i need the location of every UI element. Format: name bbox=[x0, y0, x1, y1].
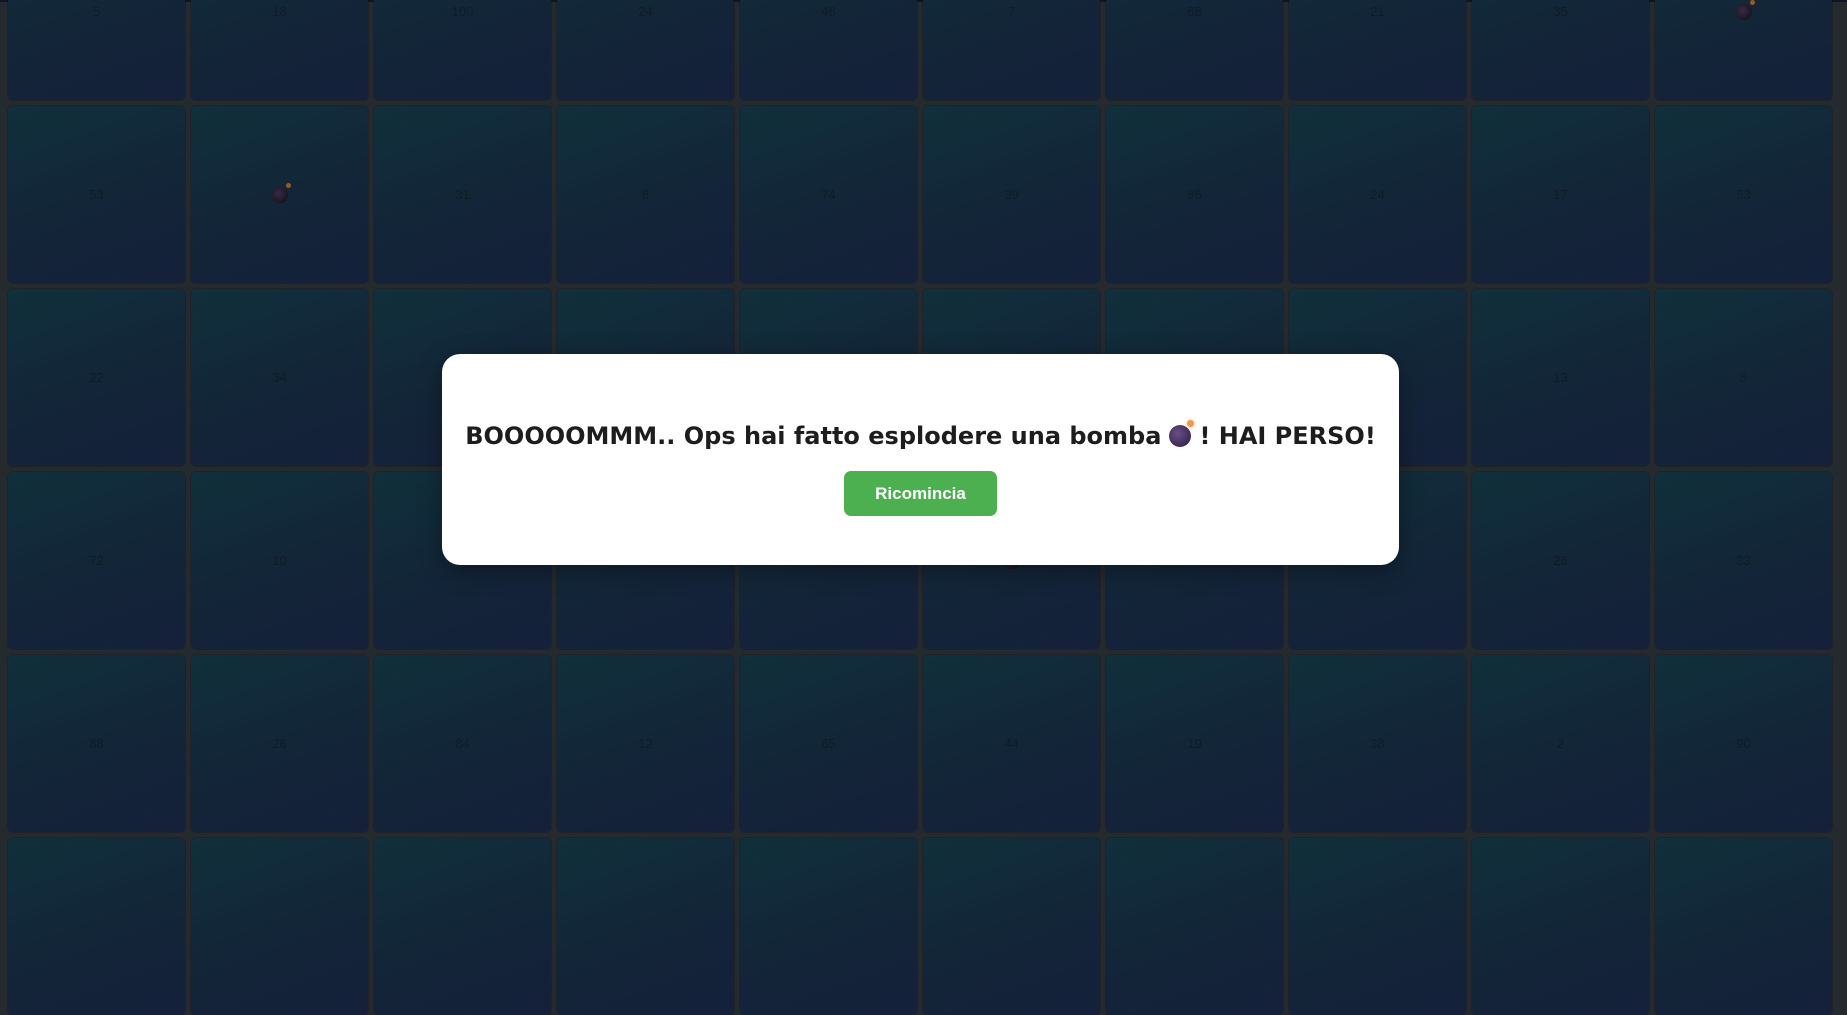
game-over-dialog: BOOOOOMMM.. Ops hai fatto esplodere una … bbox=[442, 354, 1399, 565]
game-over-message-text: BOOOOOMMM.. Ops hai fatto esplodere una … bbox=[465, 422, 1162, 450]
restart-button[interactable]: Ricomincia bbox=[844, 471, 997, 516]
game-over-message: BOOOOOMMM.. Ops hai fatto esplodere una … bbox=[465, 420, 1376, 450]
modal-backdrop: BOOOOOMMM.. Ops hai fatto esplodere una … bbox=[0, 0, 1847, 915]
bomb-icon bbox=[1169, 420, 1195, 447]
game-over-message-end: ! HAI PERSO! bbox=[1199, 422, 1376, 450]
